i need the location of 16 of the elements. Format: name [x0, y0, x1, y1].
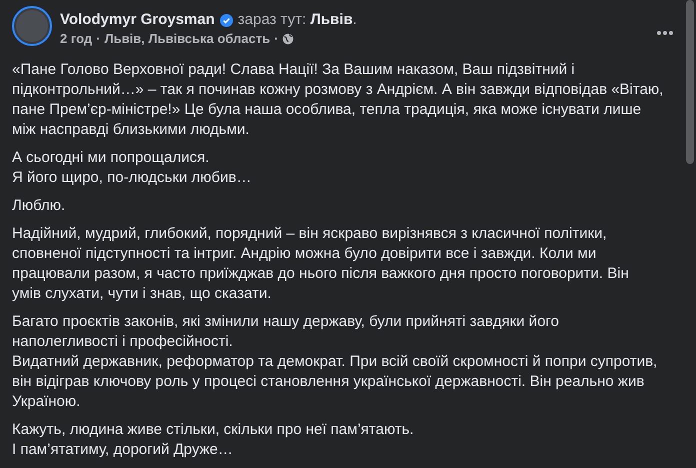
more-options-icon[interactable] — [656, 30, 674, 36]
post-time[interactable]: 2 год — [60, 30, 92, 48]
checkin-text: зараз тут: Львів. — [238, 10, 357, 30]
separator: · — [96, 30, 100, 48]
post-paragraph: «Пане Голово Верховної ради! Слава Нації! За Вашим наказом, Ваш підзвітний і підконтрольний…» – так я починав кожну розмову з Андрієм. А він завжди відповідав «Вітаю, пане Прем’єр-міністре!» Це була наша особлива, тепла традиція, яка може існувати лише між насправді близькими людьми. — [12, 60, 664, 140]
post-paragraph: Надійний, мудрий, глибокий, порядний – він яскраво вирізнявся з класичної політики, сповненої підступності та інтриг. Андрію можна було довірити все і завжди. Коли ми працювали разом, я часто приїжджав до нього після важкого дня просто поговорити. Він умів слухати, чути і знав, що сказати. — [12, 224, 629, 304]
post-paragraph: Багато проєктів законів, які змінили нашу державу, були прийняті завдяки його наполегливості і професійності. Видатний державник, реформатор та демократ. При всій своїй скромності й попри супротив, він відіграв ключову роль у процесі становлення української державності. Він реально жив Україною. — [12, 312, 658, 412]
post-paragraph: А сьогодні ми попрощалися. Я його щиро, по-людськи любив… — [12, 148, 252, 188]
post-paragraph: Кажуть, людина живе стільки, скільки про неї пам’ятають. І пам’ятатиму, дорогий Друже… — [12, 420, 414, 460]
globe-icon — [282, 33, 294, 45]
location-text[interactable]: Львів, Львівська область — [104, 30, 270, 48]
separator: · — [274, 30, 278, 48]
post-paragraph: Люблю. — [12, 196, 66, 216]
author-name[interactable]: Volodymyr Groysman — [60, 10, 215, 30]
scrollbar-thumb[interactable] — [686, 0, 694, 164]
avatar[interactable] — [12, 6, 52, 46]
